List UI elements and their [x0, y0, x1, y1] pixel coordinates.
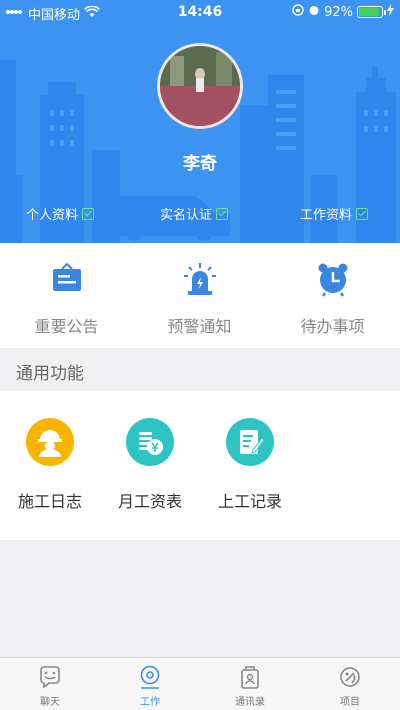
function-monthly-payroll[interactable]: 月工资表 — [100, 418, 200, 512]
tag-label: 个人资料 — [26, 208, 79, 223]
tab-work[interactable]: 工作 — [100, 658, 200, 710]
quick-actions: 重要公告 预警通知 待办事项 — [0, 243, 400, 348]
work-icon — [137, 664, 163, 690]
tab-chat[interactable]: 聊天 — [0, 658, 100, 710]
function-label: 月工资表 — [117, 492, 182, 511]
battery-percent: 92% — [324, 4, 353, 20]
tab-label: 通讯录 — [235, 697, 265, 708]
function-grid: 施工日志 月工资表 上工记录 — [0, 391, 400, 540]
battery-icon — [357, 6, 386, 18]
coins-yen-icon — [126, 418, 174, 466]
rotation-lock-icon — [292, 4, 304, 20]
function-label: 上工记录 — [217, 492, 282, 511]
quick-action-label: 预警通知 — [167, 317, 232, 336]
tab-label: 聊天 — [40, 697, 60, 708]
section-header: 通用功能 — [0, 348, 400, 391]
project-icon — [337, 664, 363, 690]
announcement-board-icon — [49, 261, 85, 297]
bottom-tab-bar: 聊天 工作 通讯录 项目 — [0, 657, 400, 710]
checkbox-checked-icon — [82, 207, 95, 220]
section-title: 通用功能 — [16, 364, 84, 384]
alarm-light-icon — [182, 261, 218, 297]
profile-header: 中国移动 14:46 92% 李奇 个人资料 实名认证 工作资料 — [0, 0, 400, 243]
quick-action-announcement[interactable]: 重要公告 — [0, 261, 133, 337]
tab-contacts[interactable]: 通讯录 — [200, 658, 300, 710]
function-label: 施工日志 — [17, 492, 82, 511]
quick-action-label: 重要公告 — [34, 317, 99, 336]
document-edit-icon — [226, 418, 274, 466]
function-construction-log[interactable]: 施工日志 — [0, 418, 100, 512]
alarm-clock-icon — [315, 261, 351, 297]
checkbox-checked-icon — [216, 207, 229, 220]
tag-label: 工作资料 — [300, 208, 353, 223]
tab-label: 工作 — [140, 697, 160, 708]
status-bar: 中国移动 14:46 92% — [0, 0, 400, 24]
quick-action-label: 待办事项 — [300, 317, 365, 336]
worker-helmet-icon — [26, 418, 74, 466]
quick-action-todo[interactable]: 待办事项 — [266, 261, 399, 337]
contacts-icon — [237, 664, 263, 690]
function-work-record[interactable]: 上工记录 — [200, 418, 300, 512]
alarm-status-icon — [308, 4, 320, 20]
tag-real-name-auth[interactable]: 实名认证 — [160, 204, 229, 223]
tab-label: 项目 — [340, 697, 360, 708]
tag-label: 实名认证 — [160, 208, 213, 223]
avatar[interactable] — [157, 43, 243, 129]
charging-icon — [387, 4, 394, 20]
tag-work-info[interactable]: 工作资料 — [300, 204, 369, 223]
quick-action-warning[interactable]: 预警通知 — [133, 261, 266, 337]
chat-icon — [37, 664, 63, 690]
tag-personal-info[interactable]: 个人资料 — [26, 204, 95, 223]
tab-project[interactable]: 项目 — [300, 658, 400, 710]
checkbox-checked-icon — [356, 207, 369, 220]
user-name: 李奇 — [183, 154, 217, 174]
